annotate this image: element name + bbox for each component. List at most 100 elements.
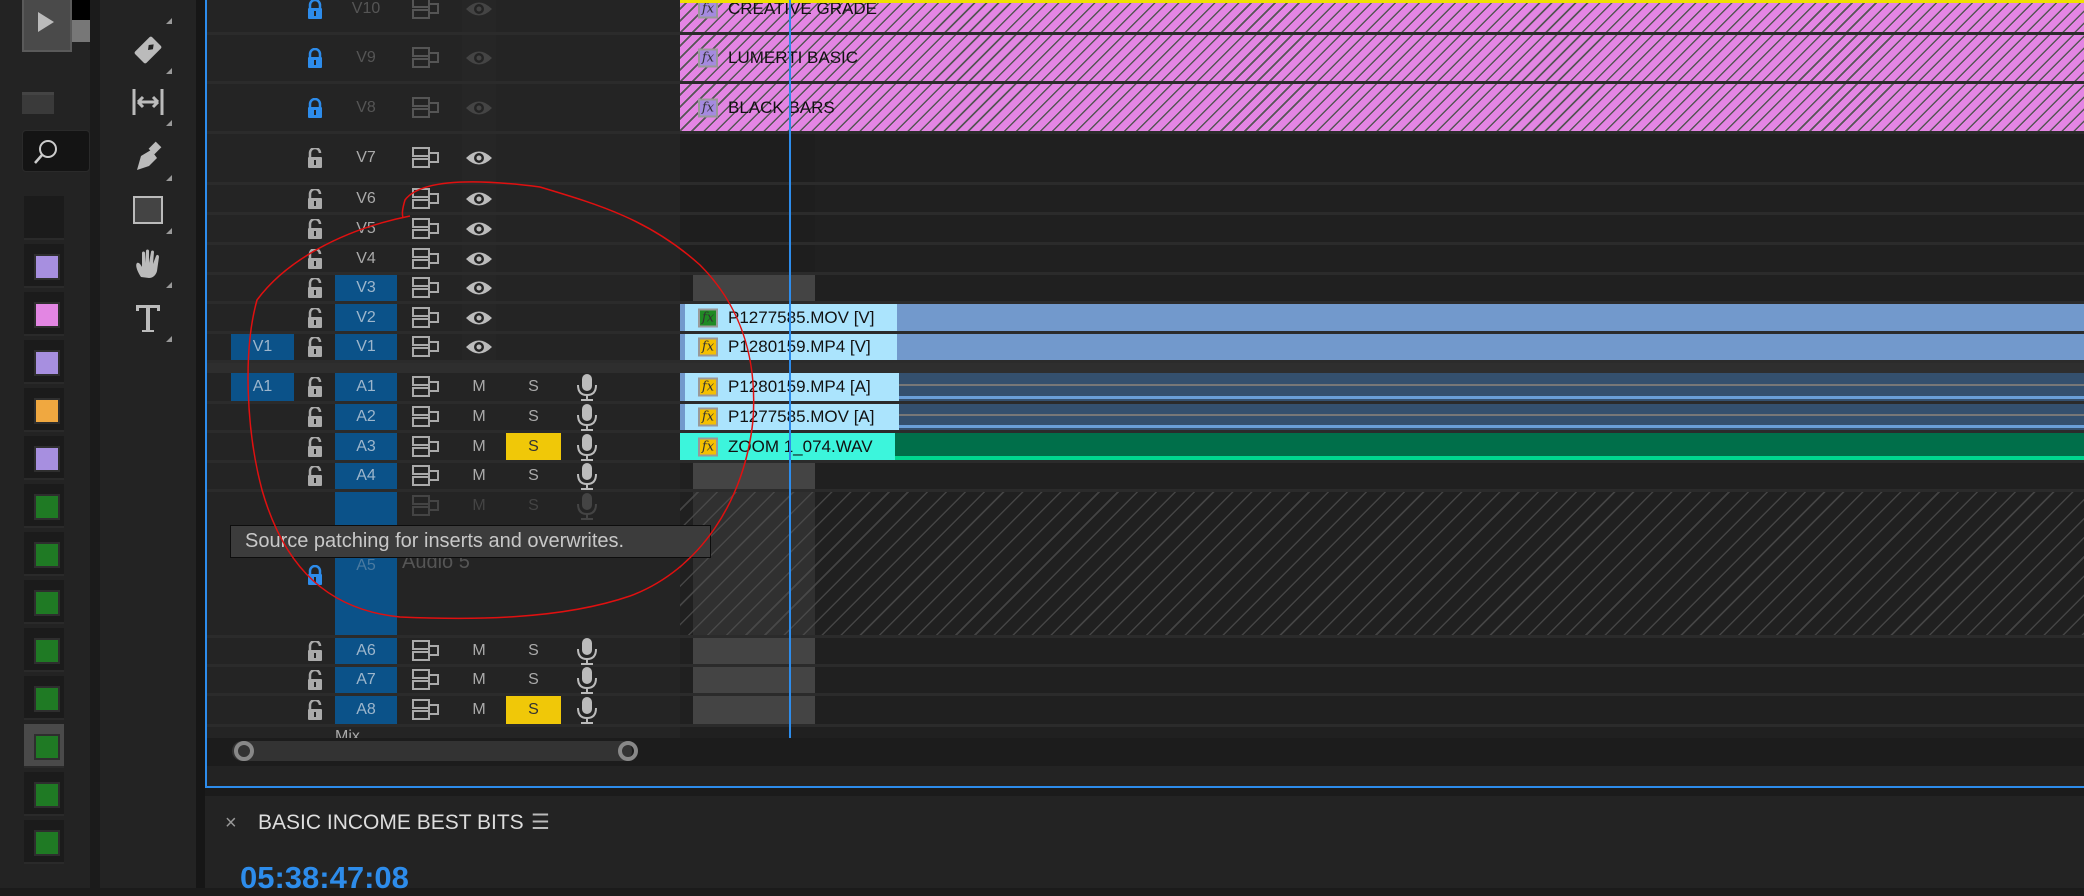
timecode-display[interactable]: 05:38:47:08 (240, 860, 409, 896)
solo-button[interactable]: S (506, 696, 561, 724)
folder-up-icon[interactable] (22, 92, 54, 114)
sync-lock-icon[interactable] (410, 84, 442, 131)
sync-lock-icon[interactable] (410, 0, 442, 32)
label-color-item[interactable] (24, 340, 64, 384)
label-color-item[interactable] (24, 196, 64, 240)
mute-button[interactable]: M (455, 463, 503, 489)
rectangle-tool[interactable] (128, 190, 168, 230)
mic-icon[interactable] (574, 404, 600, 431)
scrollbar-right-handle[interactable] (618, 741, 638, 761)
lock-icon[interactable] (302, 134, 328, 182)
source-patch-v10[interactable] (231, 0, 294, 32)
lock-icon[interactable] (302, 35, 328, 81)
mute-button[interactable]: M (455, 492, 503, 520)
solo-button[interactable]: S (506, 492, 561, 520)
eye-icon[interactable] (462, 215, 496, 242)
timeline-clip[interactable]: fx P1280159.MP4 [A] (680, 373, 2084, 401)
solo-button[interactable]: S (506, 373, 561, 401)
lock-icon[interactable] (302, 84, 328, 131)
horizontal-scrollbar[interactable] (207, 738, 2084, 766)
mic-icon[interactable] (574, 463, 600, 490)
track-target-v8[interactable]: V8 (335, 84, 397, 131)
source-patch-v6[interactable] (231, 185, 294, 212)
label-color-item[interactable] (24, 676, 64, 720)
label-color-item[interactable] (24, 772, 64, 816)
mic-icon[interactable] (574, 373, 600, 401)
source-patch-v7[interactable] (231, 134, 294, 182)
eye-icon[interactable] (462, 134, 496, 182)
timeline-clip[interactable]: fx P1280159.MP4 [V] (680, 334, 2084, 360)
mic-icon[interactable] (574, 492, 600, 520)
track-target-v1[interactable]: V1 (335, 334, 397, 360)
sync-lock-icon[interactable] (410, 215, 442, 242)
source-patch-v9[interactable] (231, 35, 294, 81)
sync-lock-icon[interactable] (410, 373, 442, 401)
track-target-v3[interactable]: V3 (335, 275, 397, 301)
slip-tool[interactable] (128, 82, 168, 122)
track-target-a6[interactable]: A6 (335, 638, 397, 664)
track-target-v4[interactable]: V4 (335, 245, 397, 272)
lock-icon[interactable] (302, 404, 328, 430)
source-patch-v2[interactable] (231, 304, 294, 331)
lock-icon[interactable] (302, 275, 328, 301)
mute-button[interactable]: M (455, 696, 503, 724)
solo-button[interactable]: S (506, 433, 561, 460)
source-patch-a2[interactable] (231, 404, 294, 430)
track-target-a2[interactable]: A2 (335, 404, 397, 430)
type-tool[interactable] (128, 298, 168, 338)
sync-lock-icon[interactable] (410, 185, 442, 212)
sync-lock-icon[interactable] (410, 463, 442, 489)
label-color-item[interactable] (24, 628, 64, 672)
label-color-item[interactable] (24, 484, 64, 528)
eye-icon[interactable] (462, 185, 496, 212)
search-input[interactable] (22, 130, 90, 172)
lock-icon[interactable] (302, 696, 328, 724)
close-tab-button[interactable]: × (225, 812, 237, 835)
lock-icon[interactable] (302, 667, 328, 693)
solo-button[interactable]: S (506, 404, 561, 430)
eye-icon[interactable] (462, 35, 496, 81)
solo-button[interactable]: S (506, 667, 561, 693)
source-patch-v1[interactable]: V1 (231, 334, 294, 360)
sync-lock-icon[interactable] (410, 35, 442, 81)
track-target-v5[interactable]: V5 (335, 215, 397, 242)
sync-lock-icon[interactable] (410, 492, 442, 520)
source-patch-a1[interactable]: A1 (231, 373, 294, 401)
source-patch-a7[interactable] (231, 667, 294, 693)
lock-icon[interactable] (302, 433, 328, 460)
label-color-item[interactable] (24, 580, 64, 624)
track-target-a5[interactable]: A5 (335, 492, 397, 635)
lock-icon[interactable] (302, 463, 328, 489)
timeline-clip[interactable]: fx ZOOM 1_074.WAV (680, 433, 2084, 460)
sync-lock-icon[interactable] (410, 275, 442, 301)
track-target-v6[interactable]: V6 (335, 185, 397, 212)
label-color-item[interactable] (24, 292, 64, 336)
source-patch-a5[interactable] (231, 492, 294, 522)
sync-lock-icon[interactable] (410, 304, 442, 331)
label-color-item[interactable] (24, 724, 64, 768)
sync-lock-icon[interactable] (410, 667, 442, 693)
eye-icon[interactable] (462, 245, 496, 272)
mic-icon[interactable] (574, 638, 600, 665)
track-target-a3[interactable]: A3 (335, 433, 397, 460)
sync-lock-icon[interactable] (410, 433, 442, 460)
track-target-v10[interactable]: V10 (335, 0, 397, 32)
lock-icon[interactable] (302, 373, 328, 401)
solo-button[interactable]: S (506, 638, 561, 664)
mute-button[interactable]: M (455, 667, 503, 693)
timeline-clip[interactable]: fx LUMERTI BASIC (680, 35, 2084, 81)
sync-lock-icon[interactable] (410, 404, 442, 430)
eye-icon[interactable] (462, 304, 496, 331)
sync-lock-icon[interactable] (410, 245, 442, 272)
label-color-item[interactable] (24, 388, 64, 432)
source-patch-v3[interactable] (231, 275, 294, 301)
lock-icon[interactable] (302, 638, 328, 664)
scrollbar-thumb[interactable] (232, 741, 632, 761)
source-patch-v8[interactable] (231, 84, 294, 131)
mic-icon[interactable] (574, 433, 600, 461)
timeline-clip[interactable]: fx CREATIVE GRADE (680, 0, 2084, 32)
sync-lock-icon[interactable] (410, 134, 442, 182)
mute-button[interactable]: M (455, 433, 503, 460)
panel-menu-icon[interactable]: ☰ (531, 810, 550, 835)
eye-icon[interactable] (462, 334, 496, 360)
